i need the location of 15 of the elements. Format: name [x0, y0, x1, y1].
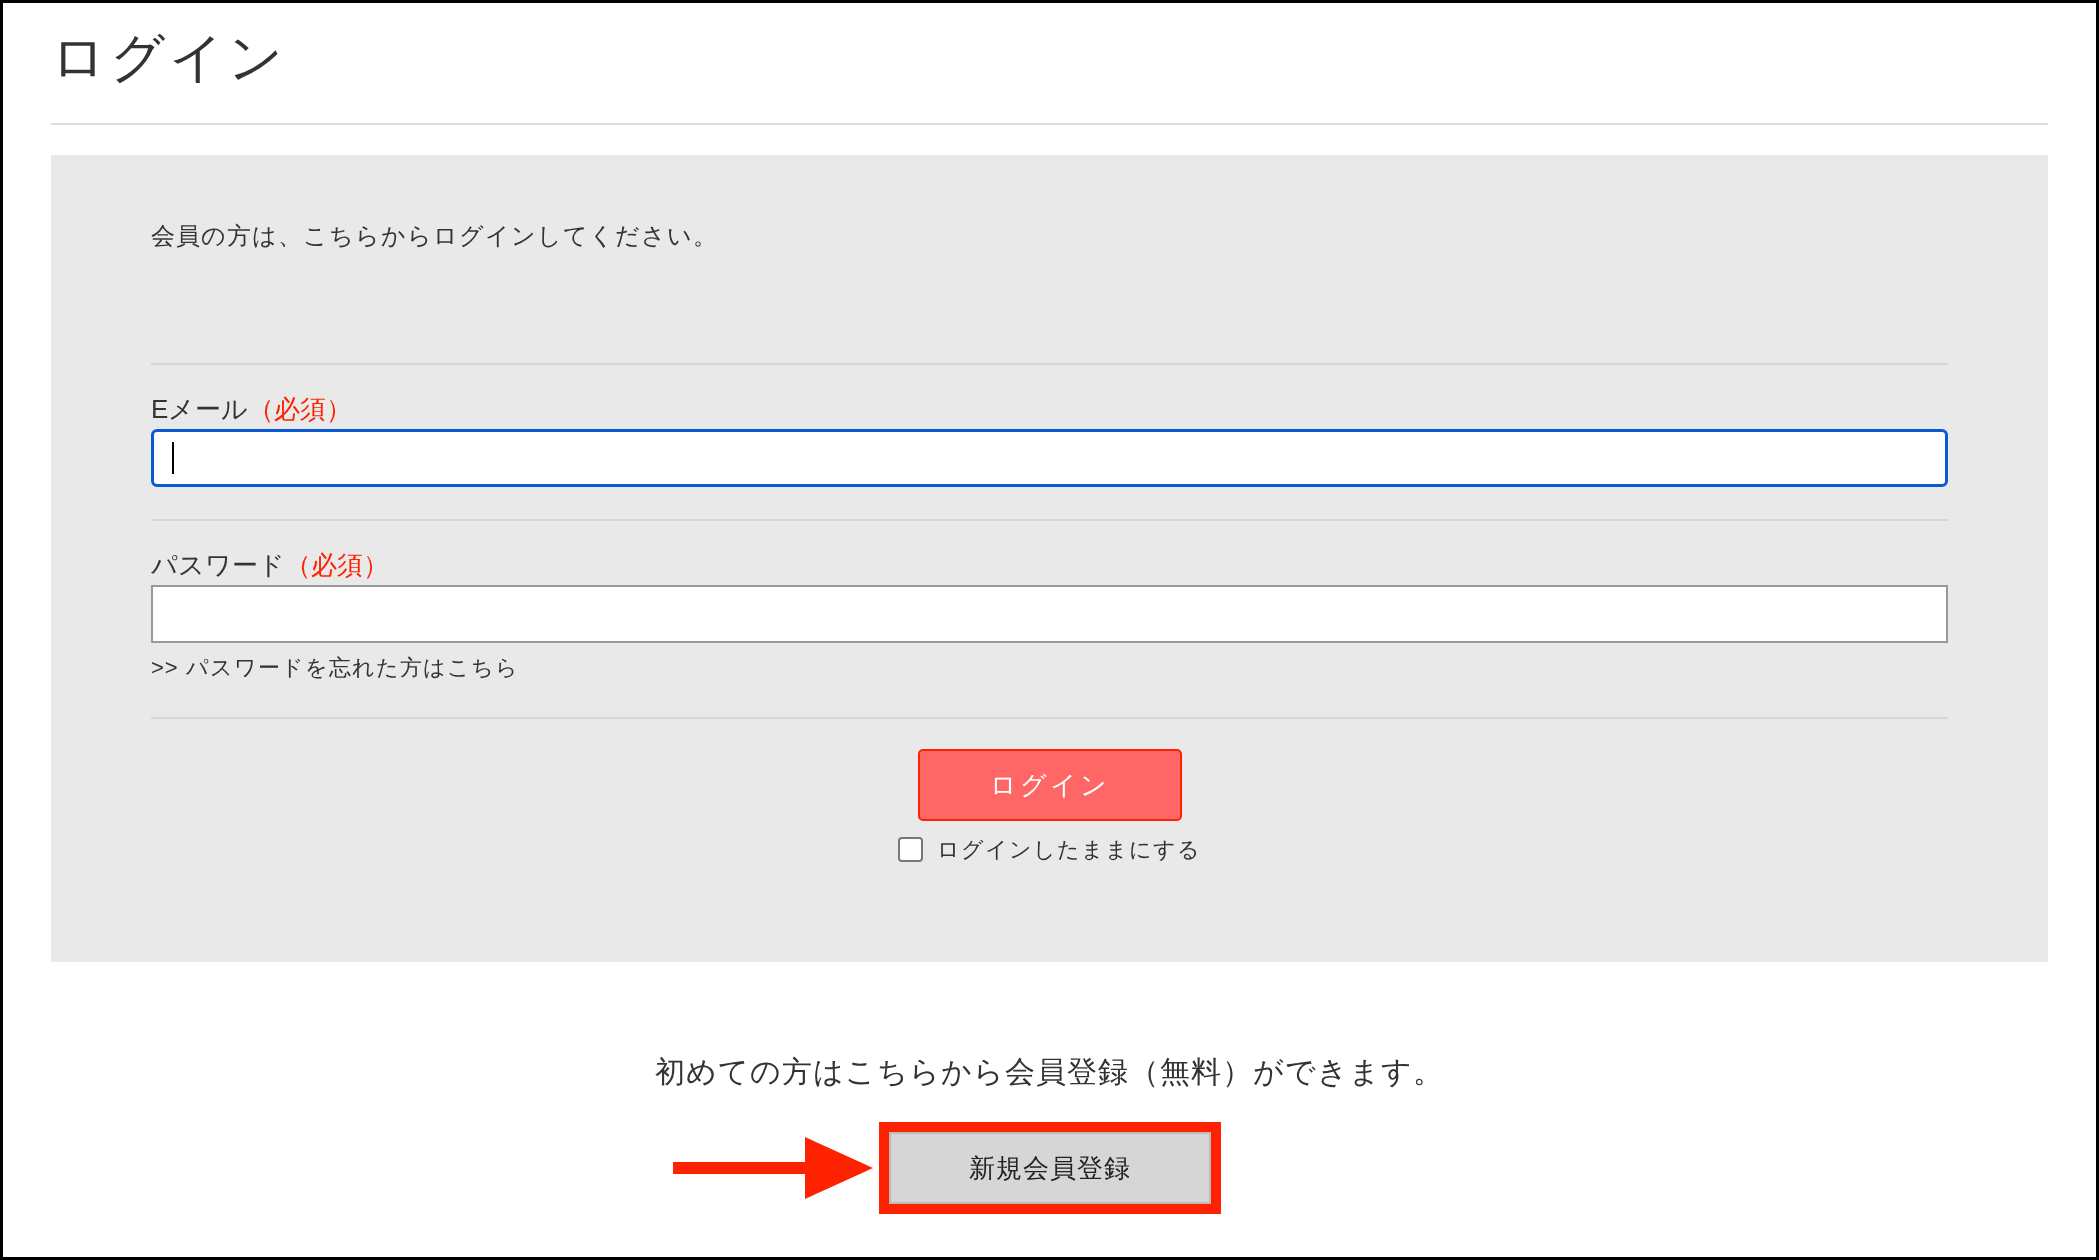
- input-field[interactable]: [151, 585, 1948, 643]
- field-label: Eメール: [151, 393, 249, 426]
- remember-label: ログインしたままにする: [937, 836, 1201, 864]
- checkbox[interactable]: [898, 837, 923, 862]
- register-button[interactable]: 新規会員登録: [888, 1132, 1211, 1204]
- forgot-password-link[interactable]: >> パスワードを忘れた方はこちら: [151, 653, 519, 683]
- text-cursor: [172, 442, 174, 474]
- required-mark: （必須）: [248, 393, 353, 426]
- field-label: パスワード: [151, 549, 285, 582]
- intro-text: 会員の方は、こちらからログインしてください。: [151, 221, 718, 251]
- required-mark: （必須）: [285, 549, 389, 582]
- arrow-icon: [672, 1137, 873, 1199]
- input-field[interactable]: [151, 429, 1948, 487]
- page-title: ログイン: [51, 26, 287, 89]
- register-text: 初めての方はこちらから会員登録（無料）ができます。: [655, 1054, 1444, 1090]
